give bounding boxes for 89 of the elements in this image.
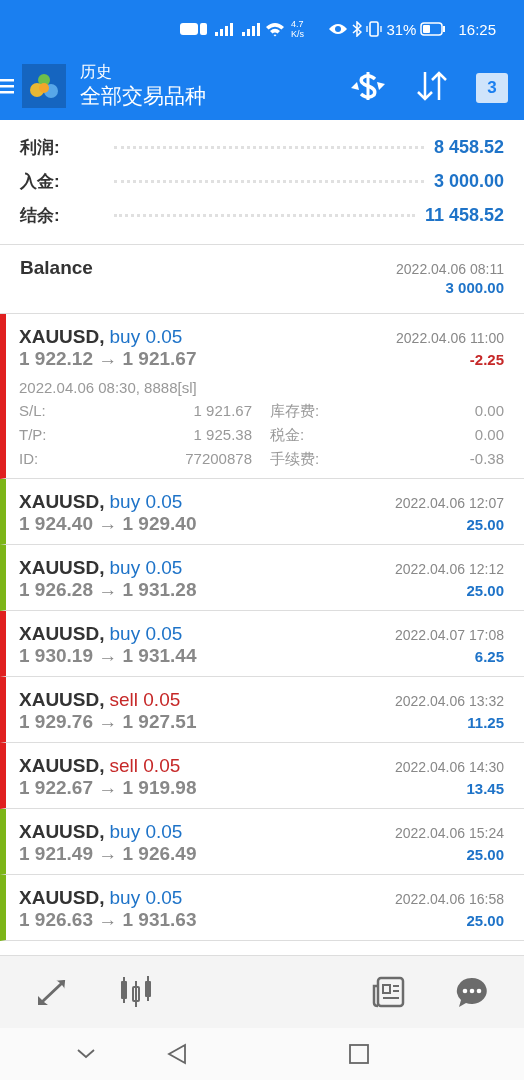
back-icon[interactable] xyxy=(166,1043,187,1065)
trade-time: 2022.04.06 16:58 xyxy=(395,891,504,907)
detail-label: S/L: xyxy=(19,402,47,421)
trade-row[interactable]: XAUUSD, buy 0.05 2022.04.06 12:07 1 924.40 → 1 929.40 25.00 xyxy=(0,479,524,545)
trade-type: buy 0.05 xyxy=(109,326,183,348)
detail-value: 1 921.67 xyxy=(192,402,252,421)
symbol-filter[interactable]: 全部交易品种 xyxy=(80,82,206,110)
balance-amount: 3 000.00 xyxy=(445,279,504,296)
trade-row[interactable]: XAUUSD, sell 0.05 2022.04.06 14:30 1 922.67 → 1 919.98 13.45 xyxy=(0,743,524,809)
open-info: 2022.04.06 08:30, 8888[sl] xyxy=(19,379,198,396)
hide-keyboard-icon[interactable] xyxy=(75,1048,96,1060)
trade-symbol: XAUUSD, xyxy=(19,326,105,348)
network-speed-unit: K/s xyxy=(291,29,304,39)
detail-value: 1 925.38 xyxy=(192,426,252,445)
trade-row[interactable]: XAUUSD, buy 0.05 2022.04.06 11:00 1 922.12 → 1 921.67 -2.25 2022.04.06 08:30, 8888[sl] S/L: 1 921.67 库存费: 0.00 T/P: 1 925.38 税金: 0.00 ID: 77200878 手续费: -0.38 xyxy=(0,314,524,479)
newspaper-icon[interactable] xyxy=(371,976,406,1008)
wifi-icon xyxy=(265,21,285,37)
trade-symbol: XAUUSD, xyxy=(19,557,105,579)
recents-icon[interactable] xyxy=(348,1044,369,1064)
detail-label: ID: xyxy=(19,450,40,469)
detail-label: 库存费: xyxy=(269,402,321,421)
trade-time: 2022.04.07 17:08 xyxy=(395,627,504,643)
trade-profit: 25.00 xyxy=(466,582,504,599)
trade-prices: 1 926.28 → 1 931.28 xyxy=(19,579,197,601)
trade-type: buy 0.05 xyxy=(109,821,183,843)
battery-percent: 31% xyxy=(386,20,417,38)
calendar-day: 3 xyxy=(487,78,497,98)
trade-prices: 1 922.12 → 1 921.67 xyxy=(19,348,197,370)
summary-value: 3 000.00 xyxy=(433,170,504,192)
trade-prices: 1 922.67 → 1 919.98 xyxy=(19,777,197,799)
clock-time: 16:25 xyxy=(458,20,496,38)
trade-symbol: XAUUSD, xyxy=(19,887,105,909)
trade-profit: 6.25 xyxy=(474,648,504,665)
trade-profit: 11.25 xyxy=(467,714,504,731)
trade-time: 2022.04.06 12:12 xyxy=(395,561,504,577)
trade-type: buy 0.05 xyxy=(109,887,183,909)
trade-type: buy 0.05 xyxy=(109,623,183,645)
trade-prices: 1 929.76 → 1 927.51 xyxy=(19,711,197,733)
trade-time: 2022.04.06 11:00 xyxy=(396,330,504,346)
menu-icon[interactable] xyxy=(0,76,14,96)
app-logo-icon xyxy=(22,64,66,108)
summary-value: 11 458.52 xyxy=(424,204,504,226)
detail-value: 77200878 xyxy=(184,450,252,469)
detail-label: T/P: xyxy=(19,426,48,445)
balance-label: Balance xyxy=(20,257,93,279)
screen-title: 历史 xyxy=(80,62,113,82)
trade-symbol: XAUUSD, xyxy=(19,821,105,843)
trade-prices: 1 921.49 → 1 926.49 xyxy=(19,843,197,865)
chat-bubble-icon[interactable] xyxy=(455,976,490,1008)
detail-label: 税金: xyxy=(269,426,306,445)
detail-value: 0.00 xyxy=(473,426,504,445)
operation-time: 2022.04.06 08:11 xyxy=(396,261,504,277)
detail-value: -0.38 xyxy=(468,450,504,469)
eye-icon xyxy=(328,22,349,36)
trade-row[interactable]: XAUUSD, buy 0.05 2022.04.06 12:12 1 926.28 → 1 931.28 25.00 xyxy=(0,545,524,611)
vibrate-icon xyxy=(366,21,383,37)
trade-row[interactable]: XAUUSD, sell 0.05 2022.04.06 13:32 1 929.76 → 1 927.51 11.25 xyxy=(0,677,524,743)
summary-label: 结余: xyxy=(20,204,61,227)
trade-time: 2022.04.06 13:32 xyxy=(395,693,504,709)
trade-type: sell 0.05 xyxy=(109,689,181,711)
trade-profit: 13.45 xyxy=(466,780,504,797)
trade-profit: -2.25 xyxy=(469,351,504,368)
battery-icon xyxy=(420,22,447,36)
trade-profit: 25.00 xyxy=(466,846,504,863)
trade-time: 2022.04.06 15:24 xyxy=(395,825,504,841)
trade-row[interactable]: XAUUSD, buy 0.05 2022.04.06 15:24 1 921.49 → 1 926.49 25.00 xyxy=(0,809,524,875)
bluetooth-icon xyxy=(352,21,363,37)
trade-type: sell 0.05 xyxy=(109,755,181,777)
trade-time: 2022.04.06 12:07 xyxy=(395,495,504,511)
trade-prices: 1 926.63 → 1 931.63 xyxy=(19,909,197,931)
trade-type: buy 0.05 xyxy=(109,491,183,513)
detail-label: 手续费: xyxy=(269,450,321,469)
trade-profit: 25.00 xyxy=(466,516,504,533)
trade-time: 2022.04.06 14:30 xyxy=(395,759,504,775)
trade-symbol: XAUUSD, xyxy=(19,689,105,711)
trade-prices: 1 924.40 → 1 929.40 xyxy=(19,513,197,535)
trade-symbol: XAUUSD, xyxy=(19,755,105,777)
trade-symbol: XAUUSD, xyxy=(19,623,105,645)
detail-value: 0.00 xyxy=(473,402,504,421)
summary-value: 8 458.52 xyxy=(433,136,504,158)
trade-type: buy 0.05 xyxy=(109,557,183,579)
trade-row[interactable]: XAUUSD, buy 0.05 2022.04.07 17:08 1 930.19 → 1 931.44 6.25 xyxy=(0,611,524,677)
trade-symbol: XAUUSD, xyxy=(19,491,105,513)
trade-row[interactable]: XAUUSD, buy 0.05 2022.04.06 16:58 1 926.63 → 1 931.63 25.00 xyxy=(0,875,524,941)
summary-label: 入金: xyxy=(20,170,61,193)
network-speed: 4.7 xyxy=(291,19,304,29)
trade-profit: 25.00 xyxy=(466,912,504,929)
trade-prices: 1 930.19 → 1 931.44 xyxy=(19,645,197,667)
summary-label: 利润: xyxy=(20,136,61,159)
